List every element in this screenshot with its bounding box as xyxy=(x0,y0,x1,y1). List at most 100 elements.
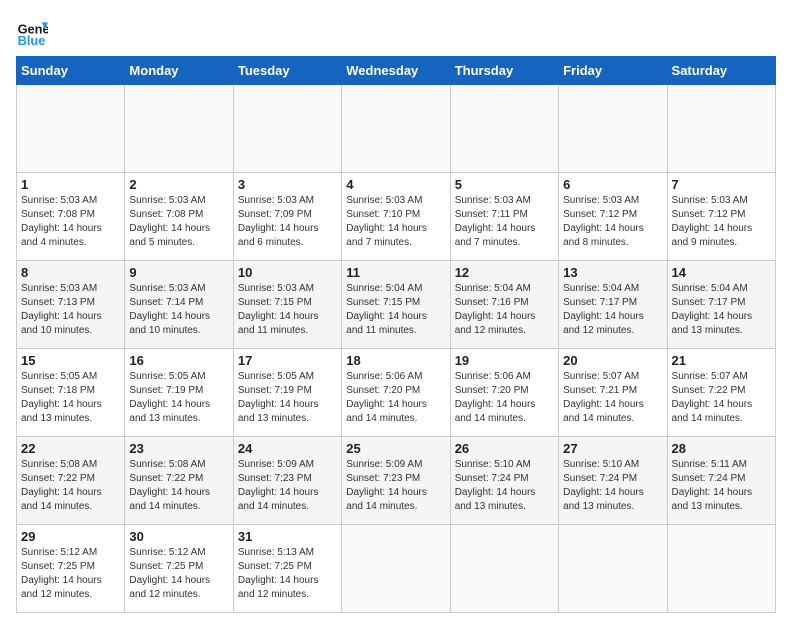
calendar-day-cell xyxy=(17,85,125,173)
calendar-day-cell: 19 Sunrise: 5:06 AMSunset: 7:20 PMDayligh… xyxy=(450,349,558,437)
day-number: 25 xyxy=(346,441,445,456)
day-number: 4 xyxy=(346,177,445,192)
day-info: Sunrise: 5:08 AMSunset: 7:22 PMDaylight:… xyxy=(129,458,228,514)
day-info: Sunrise: 5:05 AMSunset: 7:19 PMDaylight:… xyxy=(129,370,228,426)
day-number: 22 xyxy=(21,441,120,456)
day-number: 21 xyxy=(672,353,771,368)
calendar-day-cell: 13Sunrise: 5:04 AMSunset: 7:17 PMDayligh… xyxy=(559,261,667,349)
calendar-day-cell: 26Sunrise: 5:10 AMSunset: 7:24 PMDayligh… xyxy=(450,437,558,525)
day-number: 30 xyxy=(129,529,228,544)
day-number: 1 xyxy=(21,177,120,192)
day-info: Sunrise: 5:03 AMSunset: 7:09 PMDaylight:… xyxy=(238,194,337,250)
calendar-day-cell: 10Sunrise: 5:03 AMSunset: 7:15 PMDayligh… xyxy=(233,261,341,349)
calendar-day-cell xyxy=(125,85,233,173)
day-number: 19 xyxy=(455,353,554,368)
calendar-day-cell: 22 Sunrise: 5:08 AMSunset: 7:22 PMDayligh… xyxy=(17,437,125,525)
day-info: Sunrise: 5:03 AMSunset: 7:12 PMDaylight:… xyxy=(672,194,771,250)
day-info: Sunrise: 5:05 AMSunset: 7:18 PMDaylight:… xyxy=(21,370,120,426)
day-number: 12 xyxy=(455,265,554,280)
day-number: 29 xyxy=(21,529,120,544)
calendar-day-cell: 6Sunrise: 5:03 AMSunset: 7:12 PMDaylight… xyxy=(559,173,667,261)
calendar-day-cell: 30 Sunrise: 5:12 AMSunset: 7:25 PMDayligh… xyxy=(125,525,233,613)
calendar-week-row: 8Sunrise: 5:03 AMSunset: 7:13 PMDaylight… xyxy=(17,261,776,349)
calendar-day-cell: 14 Sunrise: 5:04 AMSunset: 7:17 PMDayligh… xyxy=(667,261,775,349)
day-info: Sunrise: 5:08 AMSunset: 7:22 PMDaylight:… xyxy=(21,458,120,514)
day-info: Sunrise: 5:09 AMSunset: 7:23 PMDaylight:… xyxy=(238,458,337,514)
calendar-day-cell: 20 Sunrise: 5:07 AMSunset: 7:21 PMDayligh… xyxy=(559,349,667,437)
day-number: 28 xyxy=(672,441,771,456)
day-number: 31 xyxy=(238,529,337,544)
day-info: Sunrise: 5:03 AMSunset: 7:12 PMDaylight:… xyxy=(563,194,662,250)
calendar-day-cell: 23 Sunrise: 5:08 AMSunset: 7:22 PMDayligh… xyxy=(125,437,233,525)
day-number: 24 xyxy=(238,441,337,456)
calendar-day-cell xyxy=(667,85,775,173)
calendar-header-row: SundayMondayTuesdayWednesdayThursdayFrid… xyxy=(17,57,776,85)
day-of-week-header: Thursday xyxy=(450,57,558,85)
logo: General Blue xyxy=(16,16,48,48)
day-number: 20 xyxy=(563,353,662,368)
day-number: 7 xyxy=(672,177,771,192)
day-info: Sunrise: 5:09 AMSunset: 7:23 PMDaylight:… xyxy=(346,458,445,514)
calendar-table: SundayMondayTuesdayWednesdayThursdayFrid… xyxy=(16,56,776,613)
day-info: Sunrise: 5:03 AMSunset: 7:10 PMDaylight:… xyxy=(346,194,445,250)
day-info: Sunrise: 5:10 AMSunset: 7:24 PMDaylight:… xyxy=(563,458,662,514)
day-info: Sunrise: 5:04 AMSunset: 7:15 PMDaylight:… xyxy=(346,282,445,338)
day-info: Sunrise: 5:04 AMSunset: 7:17 PMDaylight:… xyxy=(672,282,771,338)
day-number: 9 xyxy=(129,265,228,280)
calendar-day-cell: 7 Sunrise: 5:03 AMSunset: 7:12 PMDaylight… xyxy=(667,173,775,261)
day-of-week-header: Sunday xyxy=(17,57,125,85)
calendar-day-cell: 9 Sunrise: 5:03 AMSunset: 7:14 PMDaylight… xyxy=(125,261,233,349)
day-info: Sunrise: 5:03 AMSunset: 7:11 PMDaylight:… xyxy=(455,194,554,250)
day-info: Sunrise: 5:03 AMSunset: 7:08 PMDaylight:… xyxy=(21,194,120,250)
calendar-day-cell: 4 Sunrise: 5:03 AMSunset: 7:10 PMDaylight… xyxy=(342,173,450,261)
day-number: 8 xyxy=(21,265,120,280)
day-info: Sunrise: 5:03 AMSunset: 7:15 PMDaylight:… xyxy=(238,282,337,338)
calendar-day-cell: 5 Sunrise: 5:03 AMSunset: 7:11 PMDaylight… xyxy=(450,173,558,261)
day-info: Sunrise: 5:03 AMSunset: 7:08 PMDaylight:… xyxy=(129,194,228,250)
calendar-day-cell: 25 Sunrise: 5:09 AMSunset: 7:23 PMDayligh… xyxy=(342,437,450,525)
calendar-day-cell: 24 Sunrise: 5:09 AMSunset: 7:23 PMDayligh… xyxy=(233,437,341,525)
calendar-week-row: 22 Sunrise: 5:08 AMSunset: 7:22 PMDayligh… xyxy=(17,437,776,525)
logo-icon: General Blue xyxy=(16,16,48,48)
day-number: 3 xyxy=(238,177,337,192)
calendar-week-row: 15Sunrise: 5:05 AMSunset: 7:18 PMDayligh… xyxy=(17,349,776,437)
calendar-day-cell xyxy=(559,525,667,613)
calendar-day-cell: 16 Sunrise: 5:05 AMSunset: 7:19 PMDayligh… xyxy=(125,349,233,437)
day-info: Sunrise: 5:05 AMSunset: 7:19 PMDaylight:… xyxy=(238,370,337,426)
calendar-day-cell: 17Sunrise: 5:05 AMSunset: 7:19 PMDayligh… xyxy=(233,349,341,437)
day-info: Sunrise: 5:11 AMSunset: 7:24 PMDaylight:… xyxy=(672,458,771,514)
calendar-day-cell: 31 Sunrise: 5:13 AMSunset: 7:25 PMDayligh… xyxy=(233,525,341,613)
calendar-day-cell: 29 Sunrise: 5:12 AMSunset: 7:25 PMDayligh… xyxy=(17,525,125,613)
day-number: 18 xyxy=(346,353,445,368)
day-info: Sunrise: 5:10 AMSunset: 7:24 PMDaylight:… xyxy=(455,458,554,514)
day-number: 23 xyxy=(129,441,228,456)
calendar-day-cell: 28 Sunrise: 5:11 AMSunset: 7:24 PMDayligh… xyxy=(667,437,775,525)
day-number: 27 xyxy=(563,441,662,456)
day-info: Sunrise: 5:03 AMSunset: 7:14 PMDaylight:… xyxy=(129,282,228,338)
day-number: 5 xyxy=(455,177,554,192)
calendar-day-cell: 15Sunrise: 5:05 AMSunset: 7:18 PMDayligh… xyxy=(17,349,125,437)
calendar-week-row: 29 Sunrise: 5:12 AMSunset: 7:25 PMDayligh… xyxy=(17,525,776,613)
day-of-week-header: Friday xyxy=(559,57,667,85)
calendar-week-row: 1 Sunrise: 5:03 AMSunset: 7:08 PMDaylight… xyxy=(17,173,776,261)
day-number: 16 xyxy=(129,353,228,368)
calendar-day-cell: 18Sunrise: 5:06 AMSunset: 7:20 PMDayligh… xyxy=(342,349,450,437)
day-info: Sunrise: 5:12 AMSunset: 7:25 PMDaylight:… xyxy=(21,546,120,602)
page-header: General Blue xyxy=(16,16,776,48)
calendar-day-cell xyxy=(559,85,667,173)
day-number: 2 xyxy=(129,177,228,192)
day-info: Sunrise: 5:12 AMSunset: 7:25 PMDaylight:… xyxy=(129,546,228,602)
calendar-day-cell xyxy=(233,85,341,173)
day-info: Sunrise: 5:07 AMSunset: 7:22 PMDaylight:… xyxy=(672,370,771,426)
calendar-day-cell xyxy=(450,85,558,173)
calendar-day-cell xyxy=(342,85,450,173)
day-info: Sunrise: 5:04 AMSunset: 7:16 PMDaylight:… xyxy=(455,282,554,338)
calendar-day-cell: 21 Sunrise: 5:07 AMSunset: 7:22 PMDayligh… xyxy=(667,349,775,437)
calendar-day-cell: 12 Sunrise: 5:04 AMSunset: 7:16 PMDayligh… xyxy=(450,261,558,349)
calendar-day-cell: 2 Sunrise: 5:03 AMSunset: 7:08 PMDaylight… xyxy=(125,173,233,261)
calendar-day-cell xyxy=(342,525,450,613)
day-number: 14 xyxy=(672,265,771,280)
day-info: Sunrise: 5:06 AMSunset: 7:20 PMDaylight:… xyxy=(455,370,554,426)
day-info: Sunrise: 5:07 AMSunset: 7:21 PMDaylight:… xyxy=(563,370,662,426)
day-info: Sunrise: 5:13 AMSunset: 7:25 PMDaylight:… xyxy=(238,546,337,602)
